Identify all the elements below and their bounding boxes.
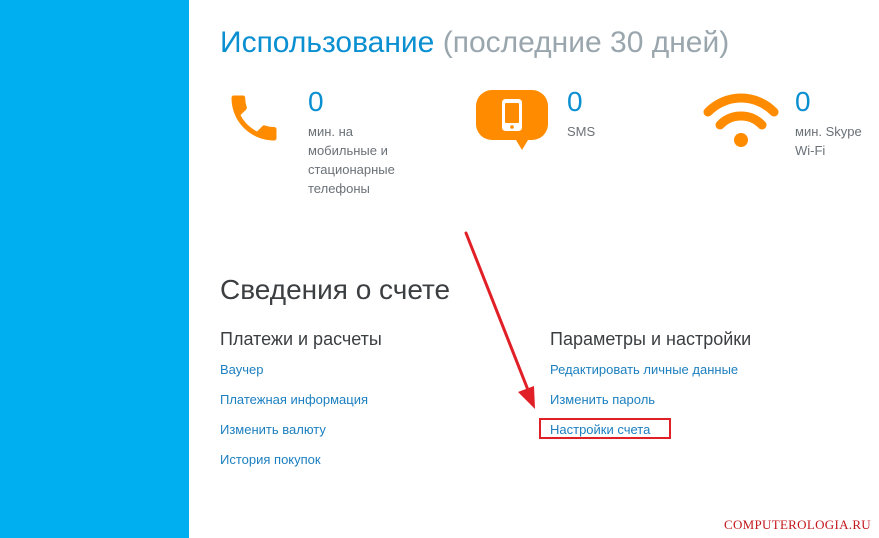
list-item: Изменить пароль bbox=[550, 391, 738, 421]
phone-icon bbox=[231, 95, 277, 141]
settings-heading: Параметры и настройки bbox=[550, 329, 752, 349]
stat-phone-value: 0 bbox=[308, 86, 324, 117]
watermark: COMPUTEROLOGIA.RU bbox=[723, 517, 871, 532]
stat-sms: 0 SMS bbox=[474, 88, 634, 158]
sms-phone-icon bbox=[476, 90, 548, 150]
payments-links: Ваучер Платежная информация Изменить вал… bbox=[220, 361, 368, 481]
edit-profile-link[interactable]: Редактировать личные данные bbox=[550, 362, 738, 377]
payments-heading: Платежи и расчеты bbox=[220, 329, 382, 349]
usage-title-text: Использование bbox=[220, 26, 435, 59]
account-title: Сведения о счете bbox=[220, 274, 451, 305]
voucher-link[interactable]: Ваучер bbox=[220, 362, 264, 377]
purchase-history-link[interactable]: История покупок bbox=[220, 452, 321, 467]
account-settings-highlight-box bbox=[539, 418, 671, 439]
change-currency-link[interactable]: Изменить валюту bbox=[220, 422, 326, 437]
list-item: Платежная информация bbox=[220, 391, 368, 421]
list-item: История покупок bbox=[220, 451, 368, 481]
left-sidebar bbox=[0, 0, 189, 538]
usage-title: Использование (последние 30 дней) bbox=[220, 26, 729, 60]
change-password-link[interactable]: Изменить пароль bbox=[550, 392, 655, 407]
stat-phone-label: мин. на мобильные и стационарные телефон… bbox=[308, 124, 395, 196]
stat-sms-value: 0 bbox=[567, 86, 583, 117]
stat-wifi-value: 0 bbox=[795, 86, 811, 117]
stat-sms-label: SMS bbox=[567, 124, 596, 139]
wifi-icon bbox=[703, 93, 779, 147]
payment-info-link[interactable]: Платежная информация bbox=[220, 392, 368, 407]
stat-wifi-label: мин. Skype Wi-Fi bbox=[795, 124, 862, 158]
usage-period: (последние 30 дней) bbox=[442, 26, 730, 59]
list-item: Изменить валюту bbox=[220, 421, 368, 451]
list-item: Редактировать личные данные bbox=[550, 361, 738, 391]
stat-wifi-minutes: 0 мин. Skype Wi-Fi bbox=[702, 88, 872, 168]
list-item: Ваучер bbox=[220, 361, 368, 391]
stat-phone-minutes: 0 мин. на мобильные и стационарные телеф… bbox=[224, 88, 414, 208]
